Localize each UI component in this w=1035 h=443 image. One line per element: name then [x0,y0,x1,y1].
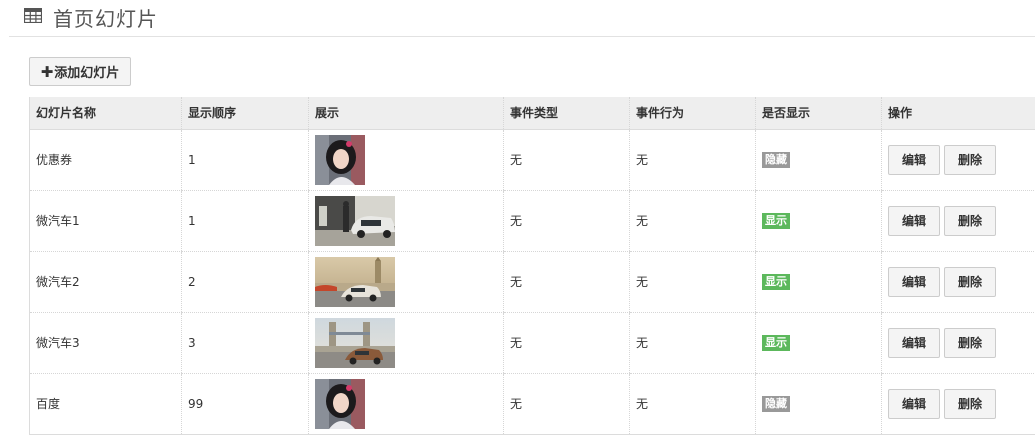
slide-thumbnail-car-bridge [315,317,395,368]
column-header-actions: 操作 [881,97,1035,130]
slide-thumbnail-portrait [315,378,365,429]
event-action-cell: 无 [629,373,756,435]
slide-thumbnail-cell [308,312,504,374]
slide-name-cell: 优惠券 [29,129,182,191]
edit-button[interactable]: 编辑 [888,327,940,358]
plus-icon: ✚ [40,62,54,81]
visibility-cell: 隐藏 [755,129,882,191]
slide-name-cell: 百度 [29,373,182,435]
delete-button[interactable]: 删除 [944,327,996,358]
column-header-order: 显示顺序 [181,97,309,130]
event-action-cell: 无 [629,312,756,374]
add-slide-button[interactable]: ✚ 添加幻灯片 [29,57,131,86]
edit-button[interactable]: 编辑 [888,144,940,175]
slide-thumbnail-cell [308,190,504,252]
visibility-cell: 显示 [755,312,882,374]
event-action: 无 [636,214,649,228]
event-type-cell: 无 [503,129,630,191]
table-row: 优惠券 1 无 无 隐藏 编辑 删除 [29,129,1035,191]
event-type: 无 [510,214,523,228]
visibility-cell: 隐藏 [755,373,882,435]
add-slide-label: 添加幻灯片 [54,66,120,81]
slide-name: 微汽车2 [36,275,80,289]
visibility-badge: 显示 [762,273,790,290]
event-type-cell: 无 [503,251,630,313]
table-row: 百度 99 无 无 隐藏 编辑 删除 [29,373,1035,435]
visibility-badge: 显示 [762,212,790,229]
slide-order-cell: 1 [181,129,309,191]
event-action: 无 [636,153,649,167]
event-action-cell: 无 [629,190,756,252]
actions-cell: 编辑 删除 [881,251,1035,313]
slide-name: 微汽车3 [36,336,80,350]
actions-cell: 编辑 删除 [881,190,1035,252]
event-type: 无 [510,336,523,350]
event-type-cell: 无 [503,373,630,435]
visibility-cell: 显示 [755,251,882,313]
page-header: 首页幻灯片 [9,0,1035,37]
slide-name-cell: 微汽车1 [29,190,182,252]
table-header-row: 幻灯片名称 显示顺序 展示 事件类型 事件行为 是否显示 操作 [29,97,1035,130]
column-header-event-type: 事件类型 [503,97,630,130]
slide-name: 优惠券 [36,153,73,167]
event-action-cell: 无 [629,251,756,313]
column-header-display: 展示 [308,97,504,130]
delete-button[interactable]: 删除 [944,205,996,236]
delete-button[interactable]: 删除 [944,388,996,419]
slide-name-cell: 微汽车2 [29,251,182,313]
event-type-cell: 无 [503,190,630,252]
delete-button[interactable]: 删除 [944,144,996,175]
edit-button[interactable]: 编辑 [888,388,940,419]
slide-order: 99 [188,396,204,411]
visibility-badge: 隐藏 [762,395,790,412]
slide-thumbnail-car-charging [315,195,395,246]
slide-order-cell: 2 [181,251,309,313]
slide-order: 1 [188,213,196,228]
visibility-badge: 隐藏 [762,151,790,168]
slide-order-cell: 1 [181,190,309,252]
column-header-visible: 是否显示 [755,97,882,130]
slide-name-cell: 微汽车3 [29,312,182,374]
visibility-cell: 显示 [755,190,882,252]
event-type: 无 [510,153,523,167]
slide-order: 3 [188,335,196,350]
edit-button[interactable]: 编辑 [888,205,940,236]
column-header-event-action: 事件行为 [629,97,756,130]
actions-cell: 编辑 删除 [881,312,1035,374]
table-row: 微汽车3 3 无 无 显示 编辑 删除 [29,312,1035,374]
page-title: 首页幻灯片 [53,7,158,31]
event-type: 无 [510,397,523,411]
event-type-cell: 无 [503,312,630,374]
actions-cell: 编辑 删除 [881,129,1035,191]
event-action: 无 [636,397,649,411]
event-type: 无 [510,275,523,289]
slide-order-cell: 99 [181,373,309,435]
actions-cell: 编辑 删除 [881,373,1035,435]
slide-order-cell: 3 [181,312,309,374]
slide-thumbnail-car-bigben [315,256,395,307]
slide-order: 1 [188,152,196,167]
slide-name: 微汽车1 [36,214,80,228]
slide-thumbnail-cell [308,251,504,313]
slide-thumbnail-cell [308,373,504,435]
slides-table: 幻灯片名称 显示顺序 展示 事件类型 事件行为 是否显示 操作 优惠券 1 无无隐藏… [29,97,1035,435]
table-row: 微汽车1 1 无 无 显示 编辑 删除 [29,190,1035,252]
visibility-badge: 显示 [762,334,790,351]
event-action: 无 [636,336,649,350]
slide-thumbnail-cell [308,129,504,191]
slide-name: 百度 [36,397,61,411]
event-action-cell: 无 [629,129,756,191]
table-row: 微汽车2 2 无 无 显示 编辑 删除 [29,251,1035,313]
slide-order: 2 [188,274,196,289]
edit-button[interactable]: 编辑 [888,266,940,297]
event-action: 无 [636,275,649,289]
delete-button[interactable]: 删除 [944,266,996,297]
table-icon [24,8,42,23]
column-header-name: 幻灯片名称 [29,97,182,130]
slide-thumbnail-portrait [315,134,365,185]
